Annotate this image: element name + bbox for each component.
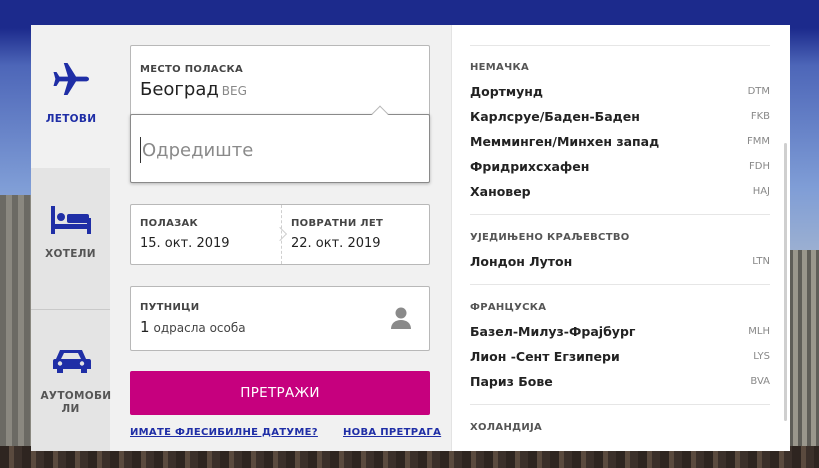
country-heading: ФРАНЦУСКА	[470, 302, 547, 313]
destination-item[interactable]: Мемминген/Минхен запад FMM	[470, 129, 770, 154]
search-panel: ЛЕТОВИ ХОТЕЛИ АУТОМОБИ ЛИ МЕСТО ПОЛАСКА …	[31, 25, 790, 451]
flexible-dates-link[interactable]: ИМАТЕ ФЛЕСИБИЛНЕ ДАТУМЕ?	[130, 427, 318, 438]
origin-code: BEG	[221, 84, 247, 98]
origin-field[interactable]: МЕСТО ПОЛАСКА Београд BEG	[130, 45, 430, 120]
passengers-value: 1 одрасла особа	[140, 317, 246, 336]
background-building-right	[789, 250, 819, 468]
country-heading: ХОЛАНДИЈА	[470, 422, 543, 433]
destination-airport-code: FMM	[746, 136, 770, 147]
destination-city-name: Лондон Лутон	[470, 254, 573, 269]
destination-input[interactable]	[140, 137, 420, 163]
return-label: ПОВРАТНИ ЛЕТ	[291, 218, 384, 229]
destination-item[interactable]: Базел-Милуз-Фрајбург MLH	[470, 319, 770, 344]
return-date-picker[interactable]: ПОВРАТНИ ЛЕТ 22. окт. 2019	[281, 205, 431, 264]
destination-item[interactable]: Фридрихсхафен FDH	[470, 154, 770, 179]
destination-airport-code: LYS	[753, 351, 770, 362]
destination-city-name: Дортмунд	[470, 84, 544, 99]
tab-hotels-label: ХОТЕЛИ	[45, 248, 96, 260]
destination-airport-code: FDH	[749, 161, 770, 172]
country-heading: НЕМАЧКА	[470, 62, 529, 73]
tab-hotels[interactable]: ХОТЕЛИ	[31, 168, 110, 310]
bed-icon	[50, 206, 92, 238]
passengers-text: одрасла особа	[153, 321, 246, 335]
destination-city-name: Мемминген/Минхен запад	[470, 134, 660, 149]
destination-city-name: Базел-Милуз-Фрајбург	[470, 324, 636, 339]
destination-list: НЕМАЧКА Дортмунд DTM Карлсруе/Баден-Баден FK…	[451, 25, 790, 451]
destination-field[interactable]	[130, 105, 430, 183]
tab-flights-label: ЛЕТОВИ	[45, 113, 97, 125]
country-group: ФРАНЦУСКА Базел-Милуз-Фрајбург MLH Лион -Се…	[470, 302, 770, 405]
tab-flights[interactable]: ЛЕТОВИ	[31, 25, 111, 168]
car-icon	[50, 348, 92, 378]
person-icon	[391, 307, 411, 333]
destination-airport-code: HAJ	[752, 186, 770, 197]
destination-airport-code: DTM	[747, 86, 770, 97]
destination-airport-code: BVA	[750, 376, 770, 387]
dates-field: ПОЛАЗАК 15. окт. 2019 ПОВРАТНИ ЛЕТ 22. о…	[130, 204, 430, 265]
origin-value: Београд BEG	[140, 79, 247, 100]
return-value: 22. окт. 2019	[291, 236, 381, 251]
destination-airport-code: MLH	[748, 326, 770, 337]
destination-item[interactable]: Лион -Сент Егзипери LYS	[470, 344, 770, 369]
destination-item[interactable]: Хановер HAJ	[470, 179, 770, 204]
destination-city-name: Париз Бове	[470, 374, 553, 389]
scrollbar[interactable]	[784, 143, 787, 421]
passengers-field[interactable]: ПУТНИЦИ 1 одрасла особа	[130, 286, 430, 351]
product-tabs: ЛЕТОВИ ХОТЕЛИ АУТОМОБИ ЛИ	[31, 25, 112, 451]
destination-item[interactable]: Дортмунд DTM	[470, 79, 770, 104]
destination-city-name: Хановер	[470, 184, 531, 199]
country-group: УЈЕДИЊЕНО КРАЉЕВСТВО Лондон Лутон LTN	[470, 232, 770, 285]
tab-cars-label: АУТОМОБИ ЛИ	[40, 390, 112, 415]
search-button[interactable]: ПРЕТРАЖИ	[130, 371, 430, 415]
passengers-label: ПУТНИЦИ	[140, 302, 200, 313]
destination-city-name: Лион -Сент Егзипери	[470, 349, 620, 364]
destination-city-name: Фридрихсхафен	[470, 159, 590, 174]
depart-label: ПОЛАЗАК	[140, 218, 199, 229]
depart-value: 15. окт. 2019	[140, 236, 230, 251]
origin-city: Београд	[140, 79, 219, 100]
airplane-icon	[51, 59, 91, 103]
destination-airport-code: LTN	[752, 256, 770, 267]
depart-date-picker[interactable]: ПОЛАЗАК 15. окт. 2019	[131, 205, 281, 264]
destination-item[interactable]: Париз Бове BVA	[470, 369, 770, 394]
destination-item[interactable]: Лондон Лутон LTN	[470, 249, 770, 274]
passengers-count: 1	[140, 318, 150, 336]
destination-item[interactable]: Карлсруе/Баден-Баден FKB	[470, 104, 770, 129]
country-group: ХОЛАНДИЈА	[470, 422, 770, 449]
new-search-link[interactable]: НОВА ПРЕТРАГА	[343, 427, 441, 438]
destination-airport-code: FKB	[750, 111, 770, 122]
destination-list-content: НЕМАЧКА Дортмунд DTM Карлсруе/Баден-Баден FK…	[470, 45, 770, 449]
origin-label: МЕСТО ПОЛАСКА	[140, 64, 243, 75]
destination-city-name: Карлсруе/Баден-Баден	[470, 109, 640, 124]
country-group: НЕМАЧКА Дортмунд DTM Карлсруе/Баден-Баден FK…	[470, 62, 770, 215]
country-heading: УЈЕДИЊЕНО КРАЉЕВСТВО	[470, 232, 630, 243]
tab-cars[interactable]: АУТОМОБИ ЛИ	[31, 310, 112, 451]
